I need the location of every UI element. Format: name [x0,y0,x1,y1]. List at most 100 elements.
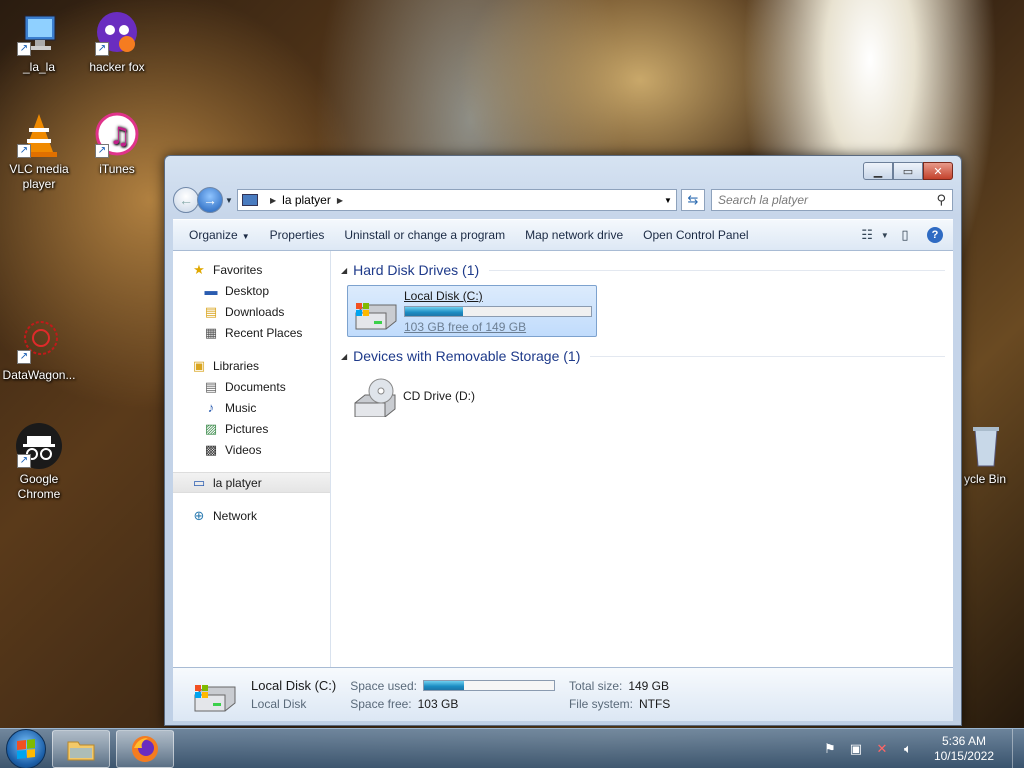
nav-label: Desktop [225,283,270,298]
nav-item-computer[interactable]: ▭ la platyer [173,472,330,493]
preview-pane-button[interactable]: ▯ [897,227,913,243]
address-row: ← → ▼ ▶ la platyer ▶ ▼ ⇆ Search la platy… [173,187,953,213]
organize-label: Organize [189,228,238,242]
desktop-icon: ▬ [204,282,218,298]
clock-time: 5:36 AM [941,733,986,748]
recent-pages-dropdown[interactable]: ▼ [225,196,235,205]
nav-item-recent-places[interactable]: ▦ Recent Places [173,322,330,343]
firefox-icon [132,735,158,762]
minimize-button[interactable]: ▁ [863,162,893,180]
nav-item-videos[interactable]: ▩ Videos [173,439,330,460]
downloads-folder-icon: ▤ [204,303,218,319]
details-type: Local Disk [251,697,307,711]
desktop-icon-label: iTunes [99,162,135,176]
uninstall-button[interactable]: Uninstall or change a program [334,228,515,242]
drive-c-name: Local Disk (C:) [404,288,483,303]
maximize-button[interactable]: ▭ [893,162,923,180]
maximize-icon: ▭ [902,165,914,178]
desktop-icon-label: VLC media player [9,162,69,191]
recycle-bin-icon [961,422,1009,470]
desktop-icon-label: hacker fox [89,60,145,74]
network-disconnected-icon[interactable]: ✕ [874,741,890,757]
datawagon-icon: ↗ [15,318,63,366]
breadcrumb-chevron-icon[interactable]: ▶ [270,196,276,205]
recent-places-icon: ▦ [204,324,218,340]
address-dropdown-icon[interactable]: ▼ [660,196,676,205]
nav-item-network[interactable]: ⊕ Network [173,505,330,526]
nav-item-pictures[interactable]: ▨ Pictures [173,418,330,439]
nav-label: Libraries [213,358,260,373]
network-tray-icon[interactable]: ▣ [848,741,864,757]
organize-button[interactable]: Organize ▼ [179,228,260,242]
folder-icon [67,741,95,760]
system-tray: ⚑ ▣ ✕ 🔈︎ 5:36 AM 10/15/2022 [822,734,1012,764]
star-icon: ★ [193,261,205,277]
close-button[interactable]: ✕ [923,162,953,180]
nav-label: la platyer [213,475,262,490]
nav-label: Pictures [225,421,269,436]
change-view-button[interactable]: ☷ ▼ [861,227,889,243]
action-center-icon[interactable]: ⚑ [822,741,838,757]
main-pane: ◢ Hard Disk Drives (1) Local Disk (C:) 1… [331,251,953,667]
desktop-icon-datawagon[interactable]: ↗ DataWagon... [0,318,78,383]
back-arrow-icon: ← [179,192,193,208]
hard-drive-icon [352,291,398,331]
back-button[interactable]: ← [173,187,199,213]
desktop-icon-google-chrome[interactable]: ↗ Google Chrome [0,422,78,502]
taskbar-explorer-button[interactable] [52,729,110,768]
cd-drive-icon [351,377,397,418]
minimize-icon: ▁ [873,165,883,178]
breadcrumb-chevron-icon[interactable]: ▶ [337,196,343,205]
close-icon: ✕ [933,165,943,178]
clock[interactable]: 5:36 AM 10/15/2022 [934,734,994,764]
start-button[interactable] [6,728,46,768]
search-placeholder: Search la platyer [718,193,809,207]
nav-item-favorites[interactable]: ★ Favorites [173,259,330,280]
nav-item-desktop[interactable]: ▬ Desktop [173,280,330,301]
nav-item-libraries[interactable]: ▣ Libraries [173,355,330,376]
computer-icon [242,194,258,206]
desktop-icon-vlc[interactable]: ↗ VLC media player [0,112,78,192]
drive-d-tile[interactable]: CD Drive (D:) [347,371,597,423]
nav-item-downloads[interactable]: ▤ Downloads [173,301,330,322]
drive-c-tile[interactable]: Local Disk (C:) 103 GB free of 149 GB [347,285,597,337]
windows-logo-icon [17,738,35,759]
chevron-down-icon: ▼ [241,232,250,241]
search-icon: ⚲ [936,192,946,207]
open-control-panel-button[interactable]: Open Control Panel [633,228,758,242]
group-title: Devices with Removable Storage (1) [353,348,581,364]
desktop-icon-label: _la_la [22,60,56,74]
nav-label: Documents [225,379,286,394]
refresh-button[interactable]: ⇆ [681,189,705,211]
breadcrumb-la-platyer[interactable]: la platyer [282,193,331,207]
address-bar[interactable]: ▶ la platyer ▶ ▼ [237,189,677,211]
forward-button[interactable]: → [197,187,223,213]
incognito-icon: ↗ [15,422,63,470]
properties-button[interactable]: Properties [260,228,335,242]
svg-text:♫: ♫ [109,122,131,150]
view-icon: ☷ [861,227,873,242]
taskbar-firefox-button[interactable] [116,729,174,768]
desktop-icon-hacker-fox[interactable]: ↗ hacker fox [78,10,156,75]
show-desktop-button[interactable] [1012,728,1024,768]
help-button[interactable]: ? [927,227,943,243]
taskbar: ⚑ ▣ ✕ 🔈︎ 5:36 AM 10/15/2022 [0,728,1024,768]
desktop-icon-label: Google Chrome [17,472,61,501]
desktop-icon-label: ycle Bin [963,472,1007,486]
nav-item-music[interactable]: ♪ Music [173,397,330,418]
group-header-hard-disk-drives[interactable]: ◢ Hard Disk Drives (1) [341,259,945,281]
volume-icon[interactable]: 🔈︎ [900,741,916,757]
navigation-pane: ★ Favorites ▬ Desktop ▤ Downloads ▦ Recent P… [173,251,331,667]
map-network-drive-button[interactable]: Map network drive [515,228,633,242]
details-usage-bar [422,680,555,691]
nav-label: Downloads [225,304,285,319]
desktop-icon-la-la[interactable]: ↗ _la_la [0,10,78,75]
total-size-label: Total size: [568,678,623,693]
desktop-icon-label: DataWagon... [2,368,76,382]
details-name: Local Disk (C:) [251,678,337,693]
group-header-removable-storage[interactable]: ◢ Devices with Removable Storage (1) [341,345,945,367]
nav-item-documents[interactable]: ▤ Documents [173,376,330,397]
search-input[interactable]: Search la platyer ⚲ [711,189,953,211]
desktop-icon-itunes[interactable]: ♫ ↗ iTunes [78,112,156,177]
space-free-value: 103 GB [417,696,459,711]
